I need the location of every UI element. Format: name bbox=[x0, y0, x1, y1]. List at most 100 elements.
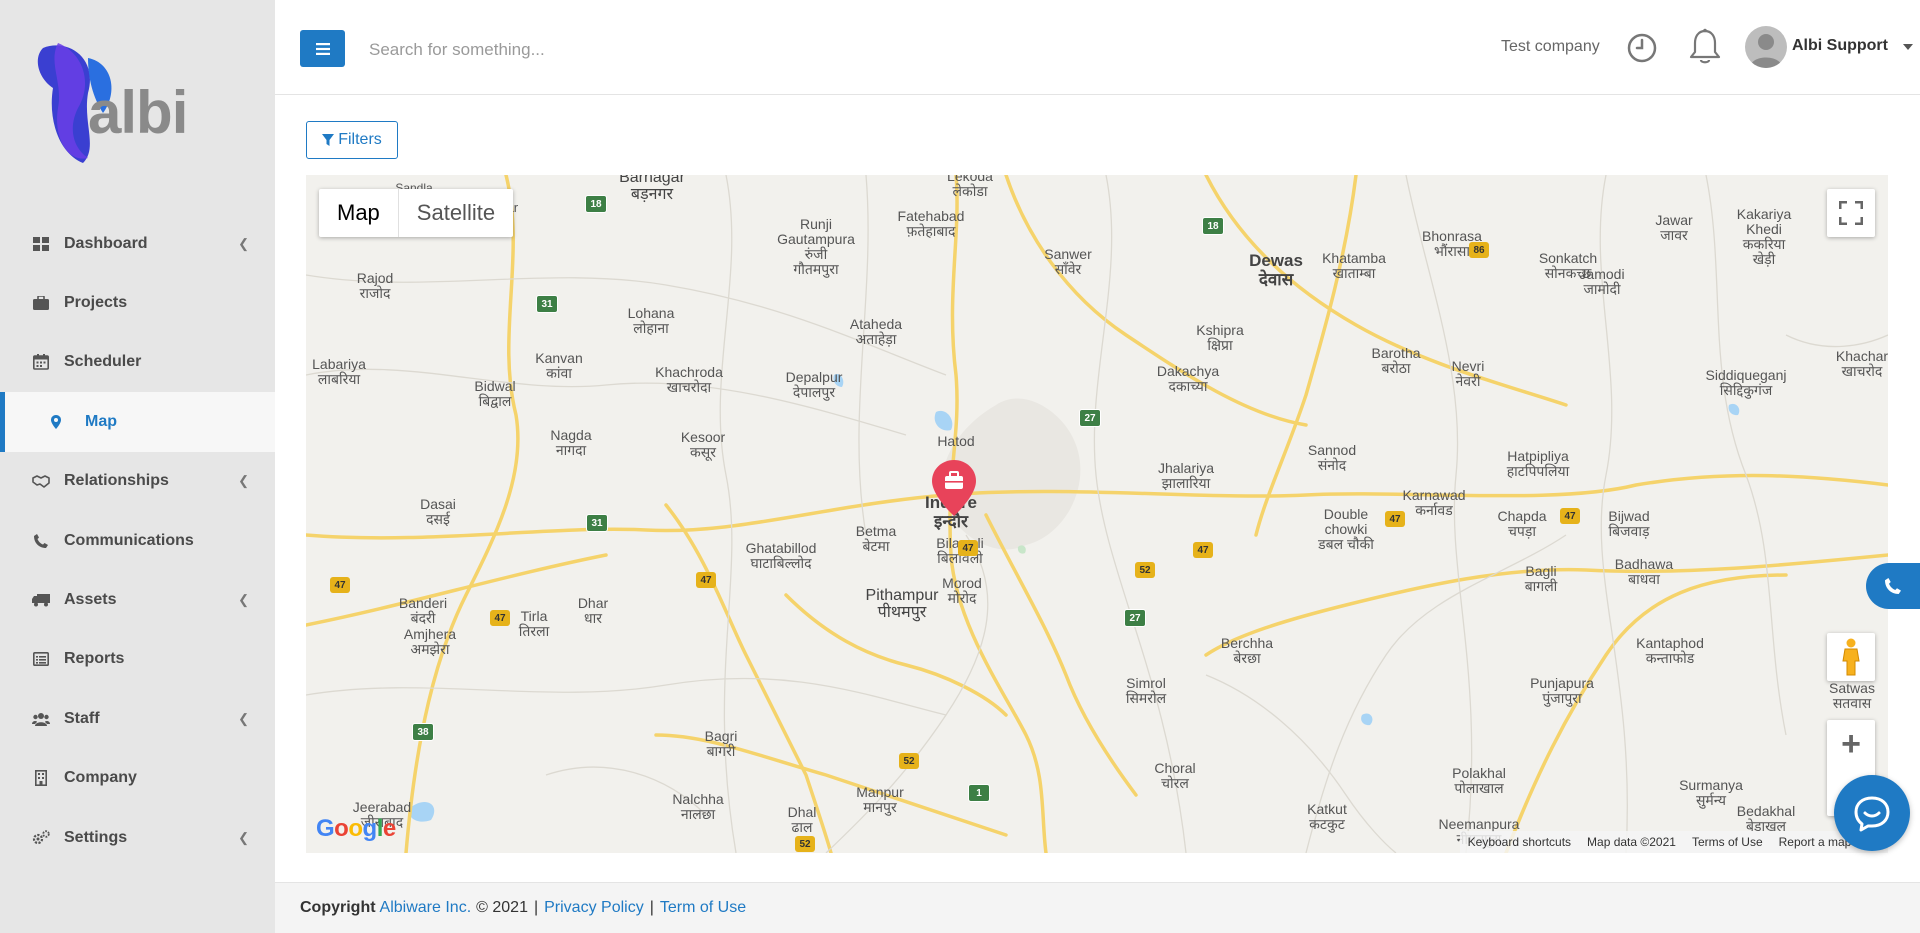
footer: Copyright Albiware Inc. © 2021 | Privacy… bbox=[275, 882, 1920, 933]
sidebar-item-communications[interactable]: Communications bbox=[0, 511, 275, 570]
cogs-icon bbox=[32, 829, 50, 846]
map-place-label: Banderi बंदरी bbox=[398, 595, 448, 626]
dashboard-icon bbox=[32, 236, 50, 252]
map-type-control: Map Satellite bbox=[319, 189, 514, 237]
search-input[interactable] bbox=[367, 34, 971, 66]
sidebar-item-scheduler[interactable]: Scheduler bbox=[0, 333, 275, 392]
avatar[interactable] bbox=[1745, 26, 1787, 68]
map-place-label: Bedakhal बेडाखल bbox=[1736, 803, 1796, 834]
map-place-label: Khatamba खाताम्बा bbox=[1322, 250, 1386, 281]
street-view-pegman-button[interactable] bbox=[1827, 633, 1875, 681]
sidebar-item-label: Scheduler bbox=[64, 353, 142, 371]
sidebar: albi Dashboard ❮ Projects Scheduler Map … bbox=[0, 0, 275, 933]
highway-shield: 47 bbox=[696, 572, 716, 588]
map-place-label: Tirla तिरला bbox=[518, 608, 550, 639]
briefcase-marker-icon[interactable] bbox=[932, 460, 976, 521]
highway-shield: 52 bbox=[795, 836, 815, 852]
map-type-satellite-button[interactable]: Satellite bbox=[399, 189, 513, 237]
map-place-label: Lekoda लेकोडा bbox=[947, 175, 993, 199]
phone-icon bbox=[1885, 578, 1901, 594]
sidebar-item-assets[interactable]: Assets ❮ bbox=[0, 570, 275, 629]
filter-icon bbox=[322, 134, 335, 146]
hamburger-icon bbox=[315, 42, 330, 55]
map-place-label: Depalpur देपालपुर bbox=[785, 369, 843, 400]
sidebar-item-settings[interactable]: Settings ❮ bbox=[0, 808, 275, 867]
sidebar-item-relationships[interactable]: Relationships ❮ bbox=[0, 452, 275, 511]
map-place-label: Jawar जावर bbox=[1655, 212, 1693, 243]
fullscreen-button[interactable] bbox=[1827, 189, 1875, 237]
company-link[interactable]: Albiware Inc. bbox=[380, 899, 472, 917]
highway-shield: 47 bbox=[1193, 542, 1213, 558]
list-alt-icon bbox=[32, 651, 50, 667]
map-place-label: Runji Gautampura रुंजी गौतमपुरा bbox=[777, 216, 855, 277]
copyright-label: Copyright bbox=[300, 899, 376, 916]
building-icon bbox=[32, 770, 50, 787]
sidebar-item-dashboard[interactable]: Dashboard ❮ bbox=[0, 214, 275, 273]
map-place-label: Punjapura पुंजापुरा bbox=[1530, 675, 1594, 706]
map-place-label: Kantaphod कन्ताफोड bbox=[1636, 635, 1704, 666]
map-attribution-bar: Keyboard shortcuts Map data ©2021 Terms … bbox=[1459, 831, 1888, 853]
map-place-label: Bagli बागली bbox=[1524, 563, 1558, 594]
sidebar-item-map[interactable]: Map bbox=[0, 392, 275, 452]
sidebar-item-label: Settings bbox=[64, 828, 128, 846]
highway-shield: 1 bbox=[968, 784, 990, 802]
sidebar-item-staff[interactable]: Staff ❮ bbox=[0, 689, 275, 748]
map-place-label: Nagda नागदा bbox=[550, 427, 592, 458]
map-place-label: Khachar खाचरोद bbox=[1835, 348, 1888, 379]
pegman-icon bbox=[1842, 638, 1860, 676]
map-place-label: Kanvan कांवा bbox=[535, 350, 583, 381]
sidebar-item-projects[interactable]: Projects bbox=[0, 273, 275, 332]
map-place-label: Bidwal बिद्वाल bbox=[474, 378, 516, 409]
terms-of-use-link[interactable]: Term of Use bbox=[660, 899, 746, 917]
highway-shield: 52 bbox=[1135, 562, 1155, 578]
truck-icon bbox=[32, 592, 50, 608]
map-place-label: Siddiqueganj सिद्दिकुगंज bbox=[1705, 367, 1787, 398]
filters-button[interactable]: Filters bbox=[306, 121, 398, 159]
caret-down-icon[interactable] bbox=[1903, 44, 1913, 50]
sidebar-item-company[interactable]: Company bbox=[0, 749, 275, 808]
map-data-text: Map data ©2021 bbox=[1587, 835, 1676, 849]
sidebar-item-reports[interactable]: Reports bbox=[0, 630, 275, 689]
sidebar-item-label: Dashboard bbox=[64, 234, 148, 252]
map-canvas[interactable]: Barnagarबड़नगर Sandla awar Lekodaलेकोडा … bbox=[306, 175, 1888, 853]
terms-of-use-link[interactable]: Terms of Use bbox=[1692, 835, 1763, 849]
map-place-label: Badhawa बाधवा bbox=[1614, 556, 1674, 587]
map-place-label: Amjhera अमझेरा bbox=[403, 626, 457, 657]
zoom-in-button[interactable]: + bbox=[1827, 720, 1875, 768]
albi-logo[interactable]: albi bbox=[28, 38, 208, 168]
map-place-label: Barnagar बड़नगर bbox=[619, 175, 685, 203]
map-place-label: Nevri नेवरी bbox=[1451, 358, 1485, 389]
menu-toggle-button[interactable] bbox=[300, 30, 345, 67]
clock-icon[interactable] bbox=[1626, 32, 1658, 69]
copyright-year: © 2021 bbox=[476, 899, 528, 916]
handshake-icon bbox=[32, 473, 50, 489]
chat-launcher-button[interactable] bbox=[1834, 775, 1910, 851]
map-place-label: Dhar धार bbox=[577, 595, 609, 626]
privacy-policy-link[interactable]: Privacy Policy bbox=[544, 899, 644, 917]
footer-separator: | bbox=[649, 899, 654, 916]
chevron-left-icon: ❮ bbox=[238, 829, 249, 845]
map-place-label: Lohana लोहाना bbox=[627, 305, 675, 336]
map-place-label: Ataheda अताहेड़ा bbox=[849, 316, 903, 347]
chevron-left-icon: ❮ bbox=[238, 592, 249, 608]
highway-shield: 52 bbox=[899, 753, 919, 769]
main-content: Filters Barnagar बड़नगर Sandla Lekoda ले… bbox=[275, 95, 1920, 882]
highway-shield: 27 bbox=[1124, 609, 1146, 627]
bell-icon[interactable] bbox=[1688, 28, 1722, 71]
call-button[interactable] bbox=[1866, 563, 1920, 609]
map-type-map-button[interactable]: Map bbox=[319, 189, 399, 237]
map-base-layer bbox=[306, 175, 1888, 853]
map-place-label: Choral चोरल bbox=[1154, 760, 1196, 791]
highway-shield: 47 bbox=[958, 540, 978, 556]
map-place-label: Nalchha नालछा bbox=[672, 791, 724, 822]
user-name[interactable]: Albi Support bbox=[1792, 37, 1888, 55]
company-name[interactable]: Test company bbox=[1501, 38, 1600, 56]
google-logo[interactable]: Google bbox=[316, 815, 396, 843]
map-place-label: Simrol सिमरोल bbox=[1125, 675, 1167, 706]
chevron-left-icon: ❮ bbox=[238, 473, 249, 489]
keyboard-shortcuts-link[interactable]: Keyboard shortcuts bbox=[1468, 835, 1571, 849]
sidebar-item-label: Relationships bbox=[64, 472, 169, 490]
highway-shield: 31 bbox=[536, 295, 558, 313]
map-place-label: Khachroda खाचरोदा bbox=[655, 364, 723, 395]
highway-shield: 47 bbox=[330, 577, 350, 593]
